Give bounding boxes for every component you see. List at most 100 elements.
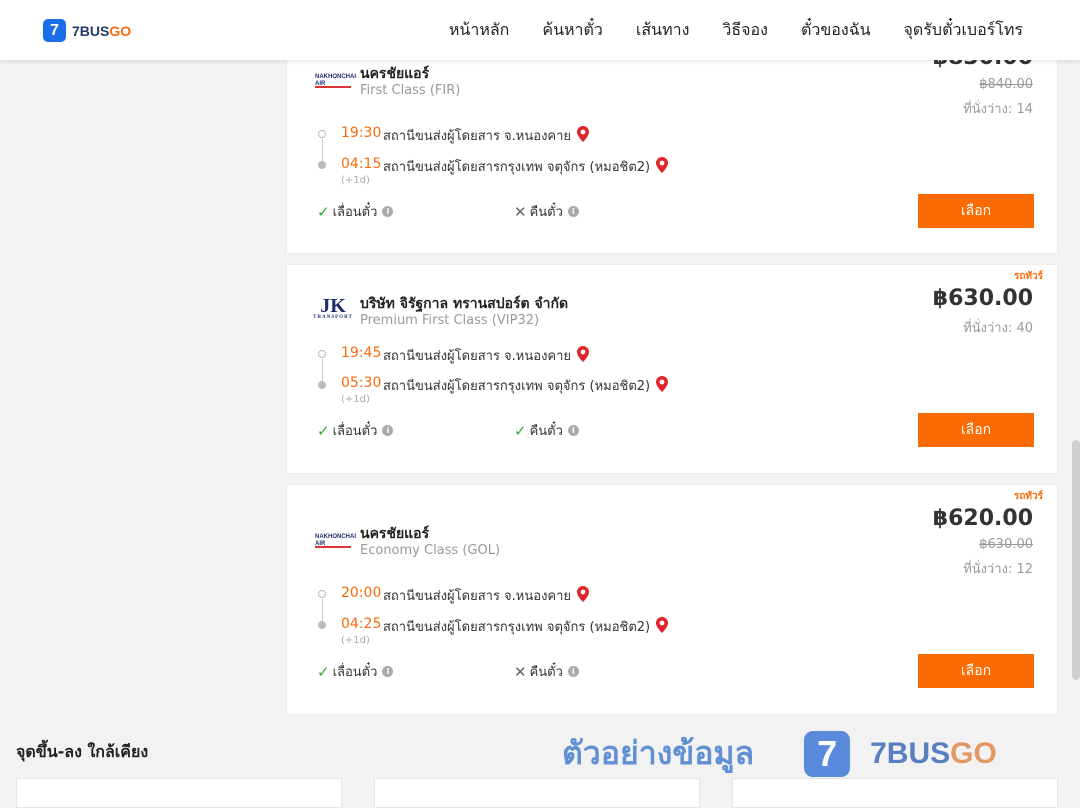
bus-class: First Class (FIR) xyxy=(360,83,461,98)
depart-station: สถานีขนส่งผู้โดยสาร จ.หนองคาย xyxy=(383,345,590,366)
watermark-text: ตัวอย่างข้อมูล xyxy=(562,734,755,772)
depart-time: 20:00 xyxy=(341,585,382,601)
timeline-line xyxy=(322,139,323,163)
original-price: ฿840.00 xyxy=(979,77,1033,92)
nav-search-ticket[interactable]: ค้นหาตั๋ว xyxy=(542,18,603,43)
operator-logo-sub: TRANSPORT xyxy=(313,315,353,320)
refund-label: คืนตั๋ว xyxy=(529,424,563,439)
info-icon[interactable]: i xyxy=(382,206,394,217)
top-navbar: 7 7BUSGO หน้าหลัก ค้นหาตั๋ว เส้นทาง วิธี… xyxy=(0,0,1080,60)
timeline-start-dot xyxy=(318,350,326,358)
timeline-line xyxy=(322,359,323,383)
nav-how-to-book[interactable]: วิธีจอง xyxy=(722,18,768,43)
logo-text-go: GO xyxy=(109,22,132,39)
bus-class: Economy Class (GOL) xyxy=(360,543,501,558)
arrive-station: สถานีขนส่งผู้โดยสารกรุงเทพ จตุจักร (หมอช… xyxy=(383,375,669,396)
logo-text-main: 7BUS xyxy=(72,22,110,39)
check-icon: ✓ xyxy=(514,421,527,440)
watermark-logo-mark: 7 xyxy=(804,730,851,777)
map-pin-icon[interactable] xyxy=(577,346,590,362)
arrive-station-name: สถานีขนส่งผู้โดยสารกรุงเทพ จตุจักร (หมอช… xyxy=(383,379,651,394)
arrive-station: สถานีขนส่งผู้โดยสารกรุงเทพ จตุจักร (หมอช… xyxy=(383,616,669,637)
refund-option[interactable]: ✓ คืนตั๋ว i xyxy=(514,420,579,441)
arrive-station-name: สถานีขนส่งผู้โดยสารกรุงเทพ จตุจักร (หมอช… xyxy=(383,620,651,635)
check-icon: ✓ xyxy=(317,421,330,440)
check-icon: ✓ xyxy=(317,202,330,221)
reschedule-option[interactable]: ✓ เลื่อนตั๋ว i xyxy=(317,661,394,682)
operator-name: นครชัยแอร์ xyxy=(360,526,430,542)
nav-ticket-points[interactable]: จุดรับตั๋วเบอร์โทร xyxy=(904,18,1023,43)
select-button[interactable]: เลือก xyxy=(918,194,1034,228)
operator-logo: NAKHONCHAI AIR xyxy=(315,531,356,551)
info-icon[interactable]: i xyxy=(382,666,394,677)
timeline-end-dot xyxy=(318,621,326,629)
nav-routes[interactable]: เส้นทาง xyxy=(636,18,690,43)
bus-class: Premium First Class (VIP32) xyxy=(360,313,540,328)
info-icon[interactable]: i xyxy=(567,425,579,436)
operator-name: บริษัท จิรัฐกาล ทรานสปอร์ต จำกัด xyxy=(360,296,569,312)
reschedule-label: เลื่อนตั๋ว xyxy=(332,424,378,439)
map-pin-icon[interactable] xyxy=(656,617,669,633)
sample-data-watermark: ตัวอย่างข้อมูล 7 7BUSGO xyxy=(562,728,997,779)
arrive-time: 04:15 xyxy=(341,156,382,172)
info-icon[interactable]: i xyxy=(567,206,579,217)
page-scrollbar[interactable] xyxy=(1072,440,1080,680)
seats-available: ที่นั่งว่าง: 12 xyxy=(963,562,1033,577)
nearby-stop-card[interactable] xyxy=(374,778,700,808)
refund-label: คืนตั๋ว xyxy=(529,665,563,680)
depart-time: 19:30 xyxy=(341,125,382,141)
map-pin-icon[interactable] xyxy=(656,376,669,392)
info-icon[interactable]: i xyxy=(382,425,394,436)
arrive-day-offset: (+1d) xyxy=(341,394,370,405)
depart-station-name: สถานีขนส่งผู้โดยสาร จ.หนองคาย xyxy=(383,349,572,364)
map-pin-icon[interactable] xyxy=(656,157,669,173)
ticket-price: ฿620.00 xyxy=(932,506,1033,531)
arrive-day-offset: (+1d) xyxy=(341,175,370,186)
reschedule-option[interactable]: ✓ เลื่อนตั๋ว i xyxy=(317,201,394,222)
timeline-end-dot xyxy=(318,161,326,169)
reschedule-option[interactable]: ✓ เลื่อนตั๋ว i xyxy=(317,420,394,441)
logo-text: 7BUSGO xyxy=(72,23,131,39)
cross-icon: ✕ xyxy=(514,662,527,681)
depart-station: สถานีขนส่งผู้โดยสาร จ.หนองคาย xyxy=(383,585,590,606)
timeline-start-dot xyxy=(318,130,326,138)
depart-station: สถานีขนส่งผู้โดยสาร จ.หนองคาย xyxy=(383,125,590,146)
seats-available: ที่นั่งว่าง: 14 xyxy=(963,102,1033,117)
map-pin-icon[interactable] xyxy=(577,586,590,602)
operator-logo-text: JK xyxy=(320,295,346,317)
ticket-price: ฿630.00 xyxy=(932,286,1033,311)
arrive-day-offset: (+1d) xyxy=(341,635,370,646)
nav-my-tickets[interactable]: ตั๋วของฉัน xyxy=(801,18,871,43)
reschedule-label: เลื่อนตั๋ว xyxy=(332,665,378,680)
refund-label: คืนตั๋ว xyxy=(529,205,563,220)
timeline-line xyxy=(322,599,323,623)
map-pin-icon[interactable] xyxy=(577,126,590,142)
refund-option[interactable]: ✕ คืนตั๋ว i xyxy=(514,201,579,222)
arrive-time: 05:30 xyxy=(341,375,382,391)
watermark-brand: 7BUSGO xyxy=(870,737,997,771)
operator-logo: JK TRANSPORT xyxy=(313,296,353,320)
reschedule-label: เลื่อนตั๋ว xyxy=(332,205,378,220)
nav-home[interactable]: หน้าหลัก xyxy=(449,18,510,43)
promo-badge: รถทัวร์ xyxy=(1013,271,1043,282)
original-price: ฿630.00 xyxy=(979,537,1033,552)
nearby-stop-card[interactable] xyxy=(732,778,1058,808)
operator-name: นครชัยแอร์ xyxy=(360,66,430,82)
promo-badge: รถทัวร์ xyxy=(1013,491,1043,502)
logo-mark: 7 xyxy=(43,19,66,42)
main-nav: หน้าหลัก ค้นหาตั๋ว เส้นทาง วิธีจอง ตั๋วข… xyxy=(416,0,1023,60)
check-icon: ✓ xyxy=(317,662,330,681)
operator-logo: NAKHONCHAI AIR xyxy=(315,71,356,91)
info-icon[interactable]: i xyxy=(567,666,579,677)
arrive-time: 04:25 xyxy=(341,616,382,632)
trip-card: รถทัวร์ JK TRANSPORT บริษัท จิรัฐกาล ทราน… xyxy=(286,264,1058,474)
timeline-end-dot xyxy=(318,381,326,389)
refund-option[interactable]: ✕ คืนตั๋ว i xyxy=(514,661,579,682)
nearby-stop-card[interactable] xyxy=(16,778,342,808)
select-button[interactable]: เลือก xyxy=(918,654,1034,688)
site-logo[interactable]: 7 7BUSGO xyxy=(43,19,131,42)
select-button[interactable]: เลือก xyxy=(918,413,1034,447)
depart-time: 19:45 xyxy=(341,345,382,361)
depart-station-name: สถานีขนส่งผู้โดยสาร จ.หนองคาย xyxy=(383,129,572,144)
watermark-brand-go: GO xyxy=(950,736,997,770)
